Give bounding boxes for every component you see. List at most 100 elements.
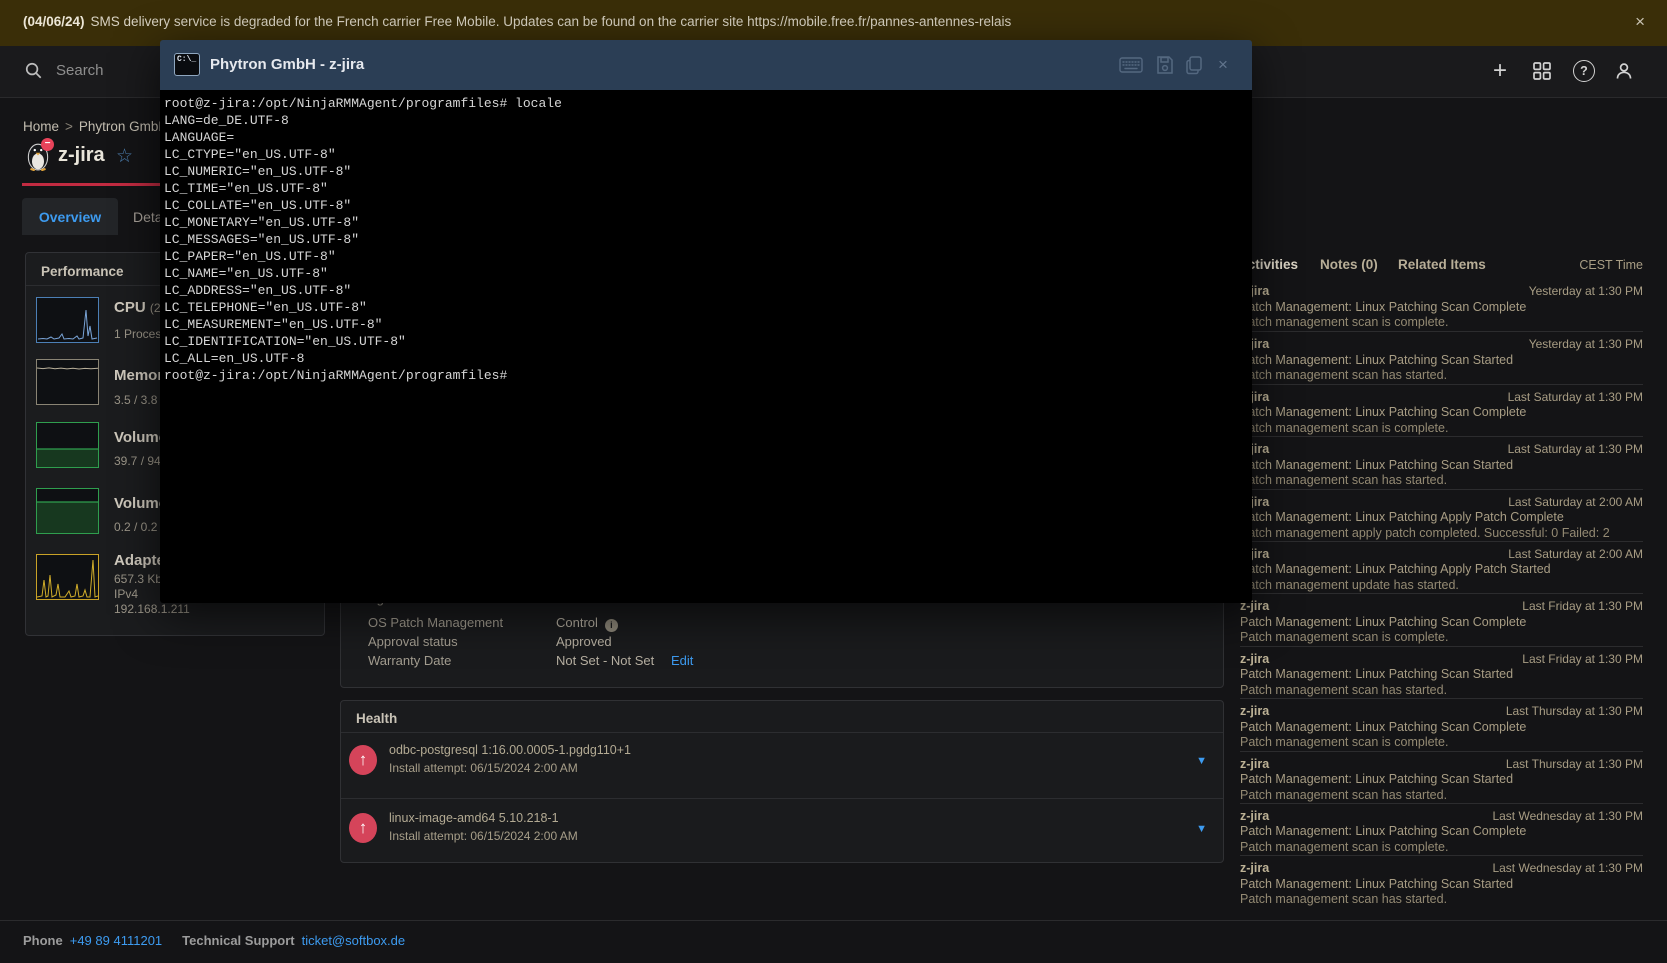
apps-grid-icon [1532, 61, 1552, 81]
breadcrumb: Home > Phytron GmbH [23, 119, 168, 134]
tab-overview[interactable]: Overview [22, 198, 118, 235]
pending-update-icon: ↑ [349, 813, 377, 843]
activity-device[interactable]: z-jira [1240, 757, 1269, 773]
cpu-sparkline[interactable] [36, 297, 99, 343]
activity-entry: z-jira Last Friday at 1:30 PM Patch Mana… [1240, 593, 1643, 645]
activity-timestamp: Last Friday at 1:30 PM [1522, 599, 1643, 615]
detail-value: Controli [556, 615, 618, 632]
expand-chevron-icon[interactable]: ▼ [1196, 755, 1207, 767]
activity-entry: z-jira Yesterday at 1:30 PM Patch Manage… [1240, 331, 1643, 383]
footer-phone-link[interactable]: +49 89 4111201 [70, 933, 162, 948]
activity-title: Patch Management: Linux Patching Scan St… [1240, 458, 1643, 474]
close-icon[interactable]: × [1635, 12, 1645, 32]
terminal-title: Phytron GmbH - z-jira [210, 56, 364, 73]
activity-timestamp: Last Wednesday at 1:30 PM [1492, 861, 1643, 877]
terminal-titlebar[interactable]: C:\_ Phytron GmbH - z-jira × [160, 40, 1252, 90]
health-title: Health [356, 711, 397, 726]
activity-title: Patch Management: Linux Patching Apply P… [1240, 562, 1643, 578]
activity-entry: z-jira Last Wednesday at 1:30 PM Patch M… [1240, 855, 1643, 907]
detail-label: Approval status [368, 634, 458, 649]
health-package-name: odbc-postgresql 1:16.00.0005-1.pgdg110+1 [389, 743, 631, 757]
divider [341, 798, 1223, 799]
activity-timestamp: Last Wednesday at 1:30 PM [1492, 809, 1643, 825]
activity-timestamp: Last Saturday at 1:30 PM [1508, 442, 1643, 458]
search-icon [24, 61, 43, 80]
tab-related-items[interactable]: Related Items [1398, 257, 1486, 272]
plus-icon: + [1493, 57, 1507, 85]
apps-button[interactable] [1529, 58, 1555, 84]
save-icon[interactable] [1153, 54, 1177, 76]
search-placeholder: Search [56, 62, 104, 79]
terminal-body[interactable]: root@z-jira:/opt/NinjaRMMAgent/programfi… [160, 90, 1252, 603]
activity-timestamp: Yesterday at 1:30 PM [1529, 284, 1643, 300]
activity-device[interactable]: z-jira [1240, 809, 1269, 825]
activity-description: Patch management scan has started. [1240, 788, 1643, 804]
pending-update-icon: ↑ [349, 745, 377, 775]
activity-description: Patch management apply patch completed. … [1240, 526, 1643, 542]
activity-device[interactable]: z-jira [1240, 652, 1269, 668]
activity-title: Patch Management: Linux Patching Scan St… [1240, 772, 1643, 788]
activity-title: Patch Management: Linux Patching Scan Co… [1240, 720, 1643, 736]
copy-icon[interactable] [1182, 54, 1206, 76]
footer: Phone +49 89 4111201 Technical Support t… [0, 920, 1667, 963]
performance-title: Performance [41, 264, 124, 279]
activity-timestamp: Yesterday at 1:30 PM [1529, 337, 1643, 353]
volume2-sparkline[interactable] [36, 488, 99, 534]
activity-title: Patch Management: Linux Patching Apply P… [1240, 510, 1643, 526]
activity-entry: z-jira Last Saturday at 1:30 PM Patch Ma… [1240, 384, 1643, 436]
health-install-attempt: Install attempt: 06/15/2024 2:00 AM [389, 829, 578, 843]
activity-description: Patch management scan has started. [1240, 683, 1643, 699]
activity-timestamp: Last Thursday at 1:30 PM [1506, 757, 1643, 773]
activity-timestamp: Last Friday at 1:30 PM [1522, 652, 1643, 668]
footer-phone-label: Phone [23, 933, 63, 948]
detail-value: Not Set - Not Set [556, 653, 654, 668]
activity-title: Patch Management: Linux Patching Scan Co… [1240, 405, 1643, 421]
help-button[interactable]: ? [1571, 58, 1597, 84]
detail-value: Approved [556, 634, 612, 649]
activity-entry: z-jira Last Thursday at 1:30 PM Patch Ma… [1240, 698, 1643, 750]
detail-row-warranty: Warranty Date Not Set - Not Set Edit [368, 653, 451, 670]
announcement-text: (04/06/24)SMS delivery service is degrad… [23, 14, 1011, 29]
adapter-sparkline[interactable] [36, 554, 99, 600]
announcement-date: (04/06/24) [23, 14, 85, 29]
activity-timestamp: Last Saturday at 2:00 AM [1508, 495, 1643, 511]
breadcrumb-separator: > [65, 119, 73, 134]
app-window: (04/06/24)SMS delivery service is degrad… [0, 0, 1667, 963]
detail-row-os-patch: OS Patch Management Controli [368, 615, 503, 632]
activity-title: Patch Management: Linux Patching Scan St… [1240, 877, 1643, 893]
breadcrumb-home[interactable]: Home [23, 119, 59, 134]
detail-row-approval: Approval status Approved [368, 634, 458, 651]
info-icon[interactable]: i [605, 619, 618, 632]
search-input[interactable]: Search [24, 61, 104, 80]
keyboard-icon[interactable] [1119, 54, 1143, 76]
activity-title: Patch Management: Linux Patching Scan St… [1240, 353, 1643, 369]
activity-device[interactable]: z-jira [1240, 704, 1269, 720]
tab-notes[interactable]: Notes (0) [1320, 257, 1378, 272]
favorite-star-icon[interactable]: ☆ [116, 145, 133, 168]
activity-list: z-jira Yesterday at 1:30 PM Patch Manage… [1240, 279, 1643, 908]
footer-support-email[interactable]: ticket@softbox.de [302, 933, 406, 948]
expand-chevron-icon[interactable]: ▼ [1196, 823, 1207, 835]
user-menu-button[interactable] [1611, 58, 1637, 84]
help-icon: ? [1573, 60, 1595, 82]
breadcrumb-org[interactable]: Phytron GmbH [79, 119, 168, 134]
terminal-output: root@z-jira:/opt/NinjaRMMAgent/programfi… [164, 95, 1252, 384]
edit-warranty-link[interactable]: Edit [671, 653, 693, 668]
terminal-window: C:\_ Phytron GmbH - z-jira × root@z-jira… [160, 40, 1252, 603]
terminal-close-icon[interactable]: × [1211, 54, 1235, 76]
activity-title: Patch Management: Linux Patching Scan Co… [1240, 824, 1643, 840]
memory-sparkline[interactable] [36, 359, 99, 405]
health-install-attempt: Install attempt: 06/15/2024 2:00 AM [389, 761, 578, 775]
activity-entry: z-jira Last Saturday at 2:00 AM Patch Ma… [1240, 489, 1643, 541]
activity-description: Patch management scan is complete. [1240, 315, 1643, 331]
activity-description: Patch management scan has started. [1240, 368, 1643, 384]
health-package-name: linux-image-amd64 5.10.218-1 [389, 811, 559, 825]
activity-entry: z-jira Last Wednesday at 1:30 PM Patch M… [1240, 803, 1643, 855]
timezone-label: CEST Time [1579, 258, 1643, 272]
activity-device[interactable]: z-jira [1240, 861, 1269, 877]
add-button[interactable]: + [1487, 58, 1513, 84]
user-icon [1613, 60, 1635, 82]
volume1-sparkline[interactable] [36, 422, 99, 468]
activity-entry: z-jira Last Saturday at 1:30 PM Patch Ma… [1240, 436, 1643, 488]
device-offline-badge: − [41, 138, 54, 151]
